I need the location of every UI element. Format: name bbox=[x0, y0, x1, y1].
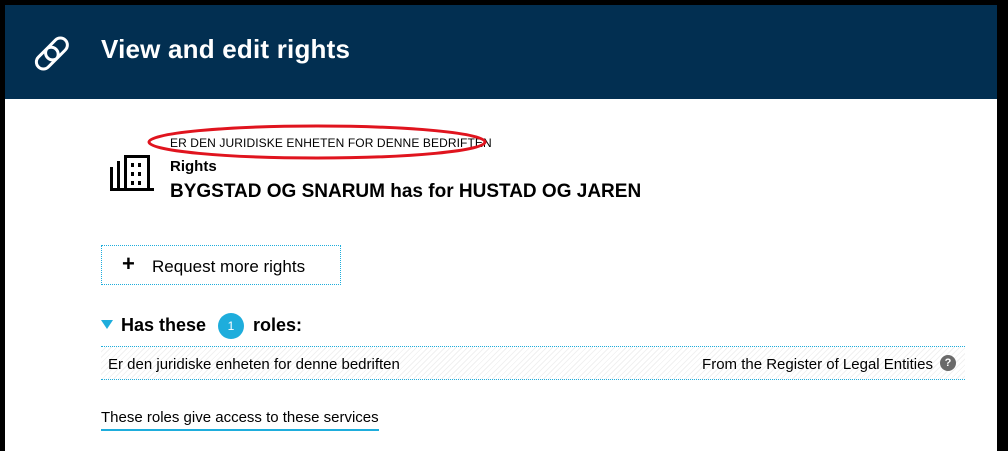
link-icon bbox=[34, 36, 69, 71]
page-title: View and edit rights bbox=[101, 34, 351, 64]
request-button-label: Request more rights bbox=[152, 257, 306, 276]
page-header: View and edit rights bbox=[5, 5, 997, 99]
roles-heading-prefix: Has these bbox=[121, 315, 207, 335]
entity-caption: ER DEN JURIDISKE ENHETEN FOR DENNE BEDRI… bbox=[170, 136, 492, 150]
request-more-rights-button[interactable]: + Request more rights bbox=[101, 245, 341, 285]
role-source: From the Register of Legal Entities bbox=[702, 356, 933, 373]
roles-heading-suffix: roles: bbox=[253, 315, 303, 335]
entity-label: Rights bbox=[170, 158, 217, 175]
building-icon bbox=[110, 155, 154, 191]
plus-icon: + bbox=[122, 251, 135, 276]
collapse-triangle-icon bbox=[101, 320, 113, 329]
entity-summary: ER DEN JURIDISKE ENHETEN FOR DENNE BEDRI… bbox=[110, 124, 670, 211]
roles-count-badge: 1 bbox=[218, 313, 244, 339]
roles-toggle[interactable]: Has these 1 roles: bbox=[101, 313, 501, 339]
main-frame: View and edit rights ER DEN JURIDISKE EN… bbox=[5, 5, 997, 451]
role-row: Er den juridiske enheten for denne bedri… bbox=[101, 346, 965, 380]
question-icon[interactable]: ? bbox=[940, 355, 956, 371]
role-name: Er den juridiske enheten for denne bedri… bbox=[108, 356, 400, 373]
services-link[interactable]: These roles give access to these service… bbox=[101, 409, 379, 431]
entity-subtitle: BYGSTAD OG SNARUM has for HUSTAD OG JARE… bbox=[170, 181, 642, 202]
